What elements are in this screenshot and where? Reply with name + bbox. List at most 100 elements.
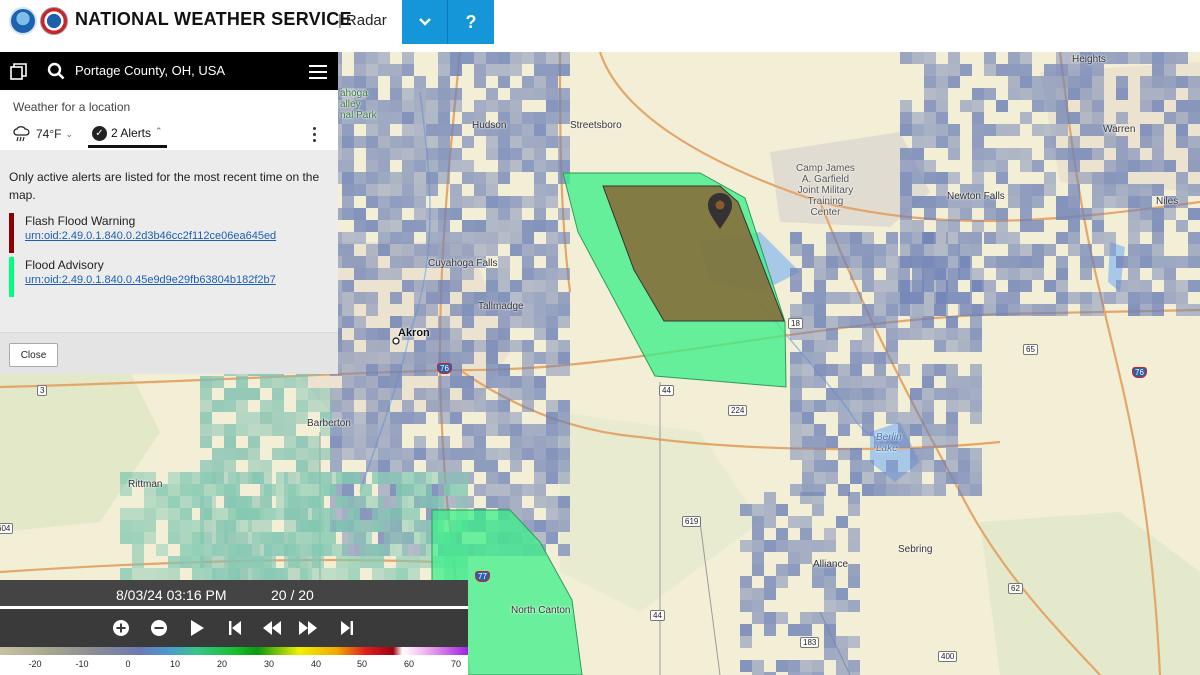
route-shield: 44 [650,610,665,621]
search-bar: Portage County, OH, USA [0,52,338,90]
route-shield: 619 [682,516,702,527]
alert-color-bar [9,257,14,297]
panel-footer: Close [0,332,338,374]
close-button[interactable]: Close [9,343,58,367]
header-bar: NATIONAL WEATHER SERVICE | Radar ? [0,0,1200,44]
route-shield: 604 [0,523,14,534]
legend-tick-label: 10 [169,659,181,669]
step-forward-button[interactable] [298,618,318,638]
section-heading: Weather for a location [13,100,131,114]
alert-item: Flood Advisory urn:oid:2.49.0.1.840.0.45… [9,257,334,297]
search-icon[interactable] [47,62,65,80]
help-button[interactable]: ? [448,0,494,44]
temperature-dropdown[interactable]: 74°F ⌄ [12,126,73,142]
plus-circle-icon [113,620,129,636]
nws-logo [40,7,68,35]
alert-color-bar [9,213,14,253]
layers-icon[interactable] [10,63,27,80]
location-search-input[interactable]: Portage County, OH, USA [75,63,225,78]
time-row: 8/03/24 03:16 PM 20 / 20 [0,580,468,609]
city-label: Niles [1156,196,1179,207]
route-shield: 44 [659,385,674,396]
playback-controls [0,609,468,647]
first-frame-button[interactable] [225,618,245,638]
reflectivity-legend: -20 -10 0 10 20 30 40 50 60 70 [0,647,468,675]
play-icon [191,620,204,636]
city-label: Alliance [813,559,849,570]
legend-tick-label: 60 [403,659,415,669]
title-separator: | [338,12,342,29]
route-shield: 76 [1132,367,1147,378]
legend-color-scale [0,647,468,655]
app-label: | Radar [338,12,387,29]
check-circle-icon: ✓ [92,126,107,141]
route-shield: 400 [938,651,958,662]
city-label: Streetsboro [570,120,622,131]
zoom-in-button[interactable] [111,618,131,638]
skip-to-end-icon [341,621,353,635]
area-label: Camp James A. Garfield Joint Military Tr… [796,163,855,218]
last-frame-button[interactable] [337,618,357,638]
city-label: Warren [1103,124,1136,135]
city-label: North Canton [511,605,571,616]
app-subtitle: Radar [345,12,387,29]
route-shield: 76 [437,363,452,374]
temperature-value: 74°F [36,127,62,141]
city-label: Cuyahoga Falls [428,258,498,269]
legend-tick-label: 50 [356,659,368,669]
city-label: Heights [1072,54,1106,65]
minus-circle-icon [151,620,167,636]
route-shield: 62 [1008,583,1023,594]
route-shield: 183 [800,637,820,648]
legend-tick-label: 40 [310,659,322,669]
more-options-icon[interactable] [313,127,319,145]
legend-tick-label: 0 [125,659,131,669]
alerts-tab[interactable]: ✓ 2 Alerts ⌃ [88,122,167,148]
alert-item: Flash Flood Warning urn:oid:2.49.0.1.840… [9,213,334,253]
route-shield: 18 [788,318,803,329]
legend-tick-label: -20 [28,659,42,669]
lake-label: Berlin Lake [876,432,902,454]
legend-tick-label: 30 [263,659,275,669]
route-shield: 3 [37,385,48,396]
city-label: Hudson [472,120,507,131]
play-button[interactable] [187,618,207,638]
step-back-button[interactable] [262,618,282,638]
location-panel: Portage County, OH, USA Weather for a lo… [0,52,338,374]
route-shield: 65 [1023,344,1038,355]
city-label: Rittman [128,479,163,490]
alert-name: Flash Flood Warning [25,214,136,228]
alert-link[interactable]: urn:oid:2.49.0.1.840.0.2d3b46cc2f112ce06… [25,230,330,242]
chevron-up-icon: ⌃ [155,126,163,136]
rewind-icon [263,621,281,635]
route-shield: 224 [728,405,748,416]
route-shield: 77 [475,571,490,582]
frame-counter: 20 / 20 [271,587,314,603]
radar-timestamp: 8/03/24 03:16 PM [116,587,227,603]
animation-controls: 8/03/24 03:16 PM 20 / 20 -20 -10 0 10 20 30 40… [0,580,468,675]
fast-forward-icon [299,621,317,635]
hamburger-menu-icon[interactable] [309,65,327,79]
alerts-info-text: Only active alerts are listed for the mo… [9,170,320,202]
city-label: Tallmadge [478,301,524,312]
alerts-tab-label: 2 Alerts [111,126,152,140]
alert-link[interactable]: urn:oid:2.49.0.1.840.0.45e9d9e29fb63804b… [25,274,330,286]
city-label: Sebring [898,544,933,555]
city-label: Barberton [307,418,351,429]
noaa-logo [9,7,37,35]
city-label: Akron [398,327,430,339]
legend-tick-label: -10 [75,659,89,669]
city-label: Newton Falls [947,191,1005,202]
weather-location-section: Weather for a location 74°F ⌄ ✓ 2 Alerts… [0,90,338,150]
page-title: NATIONAL WEATHER SERVICE [75,9,352,29]
alert-name: Flood Advisory [25,258,104,272]
dropdown-button[interactable] [402,0,448,44]
park-label: ahoga alley nal Park [340,88,377,121]
zoom-out-button[interactable] [149,618,169,638]
chevron-down-icon: ⌄ [65,128,74,139]
legend-tick-label: 70 [450,659,462,669]
skip-to-start-icon [229,621,241,635]
legend-tick-label: 20 [216,659,228,669]
chevron-down-icon [418,18,431,26]
rain-cloud-icon [13,126,30,142]
